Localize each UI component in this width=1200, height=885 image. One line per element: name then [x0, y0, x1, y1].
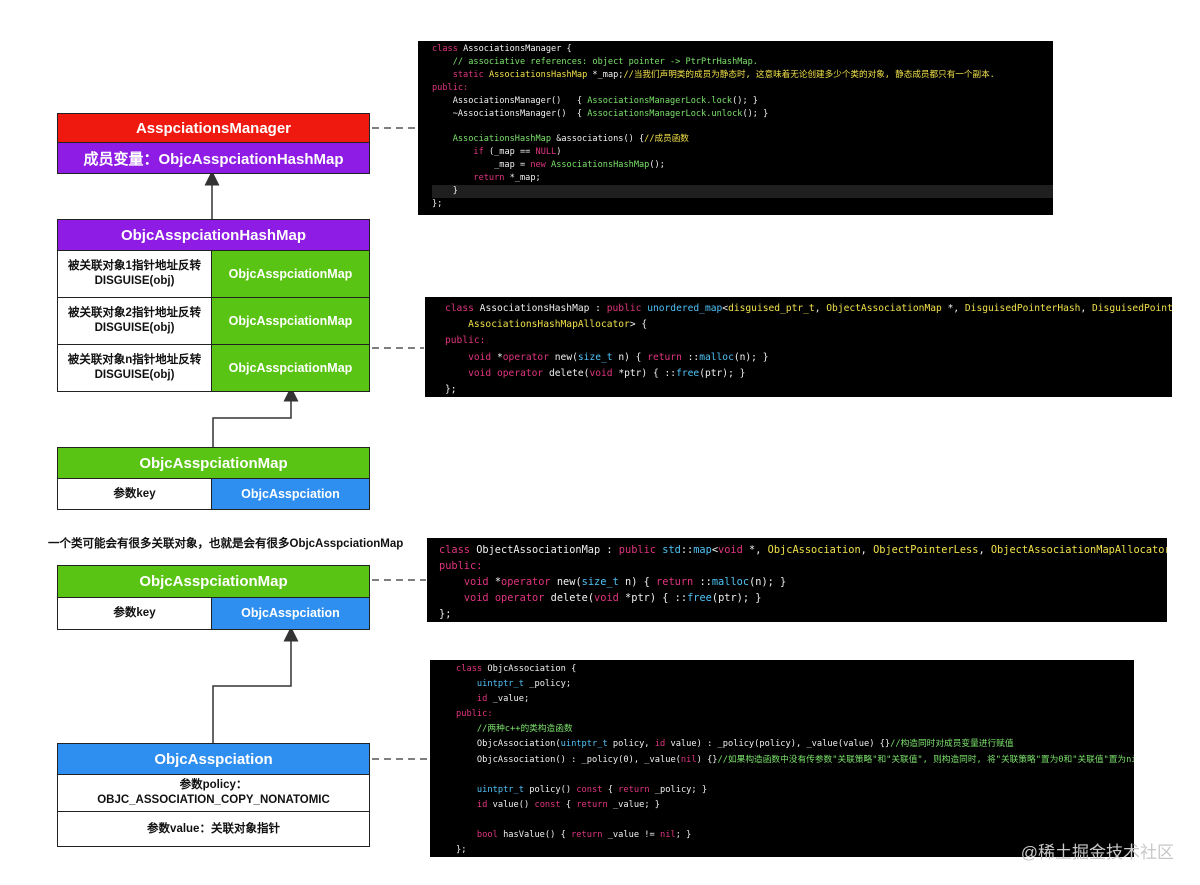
- association-value: 参数value：关联对象指针: [57, 811, 370, 847]
- code1-line-13: };: [432, 198, 443, 209]
- code2-line-6: };: [445, 384, 457, 396]
- code1-line-12: }: [432, 184, 1053, 198]
- code1-line-7: [432, 120, 1053, 133]
- hashmap-row-1-value: ObjcAsspciationMap: [211, 250, 370, 298]
- code4-line-3: id _value;: [476, 694, 530, 705]
- arrow-association-to-map2: [212, 626, 299, 743]
- hashmap-row-3-key: 被关联对象n指针地址反转 DISGUISE(obj): [57, 344, 212, 392]
- code4-line-9: uintptr_t policy() const { return _polic…: [476, 784, 708, 795]
- code2-line-5: void operator delete(void *ptr) { ::free…: [468, 367, 746, 379]
- code3-line-4: void operator delete(void *ptr) { ::free…: [463, 592, 762, 604]
- code2-line-1: class AssociationsHashMap : public unord…: [445, 303, 1172, 314]
- code1-line-9: if (_map == NULL): [473, 147, 562, 158]
- manager-title: AsspciationsManager: [57, 113, 370, 143]
- code4-line-5: //两种c++的类构造函数: [456, 724, 573, 735]
- map1-title: ObjcAsspciationMap: [57, 447, 370, 479]
- code1-line-3: static AssociationsHashMap *_map;//当我们声明…: [452, 69, 995, 80]
- map2-title: ObjcAsspciationMap: [57, 565, 370, 598]
- map2-value: ObjcAsspciation: [211, 597, 370, 630]
- hashmap-row-2-value: ObjcAsspciationMap: [211, 297, 370, 345]
- association-policy: 参数policy： OBJC_ASSOCIATION_COPY_NONATOMI…: [57, 774, 370, 812]
- code-block-associations-hashmap: class AssociationsHashMap : public unord…: [425, 297, 1172, 397]
- watermark: @稀土掘金技术社区: [1020, 843, 1174, 862]
- code2-line-3: public:: [445, 335, 486, 347]
- code-block-associations-manager: class AssociationsManager { // associati…: [418, 41, 1053, 215]
- code4-line-10: id value() const { return _value; }: [476, 799, 661, 810]
- map1-key: 参数key: [57, 478, 212, 510]
- code4-line-7: ObjcAssociation() : _policy(0), _value(n…: [456, 754, 1134, 765]
- map1-value: ObjcAsspciation: [211, 478, 370, 510]
- map2-key: 参数key: [57, 597, 212, 630]
- code3-line-2: public:: [439, 560, 483, 572]
- code4-line-1: class ObjcAssociation {: [456, 664, 577, 674]
- code3-line-3: void *operator new(size_t n) { return ::…: [463, 576, 787, 588]
- code2-line-4: void *operator new(size_t n) { return ::…: [468, 351, 769, 363]
- code1-line-11: return *_map;: [473, 173, 541, 184]
- code3-line-5: };: [439, 608, 452, 620]
- arrow-map1-to-hashmap: [212, 386, 299, 447]
- code-block-object-association-map: class ObjectAssociationMap : public std:…: [427, 538, 1167, 622]
- manager-member: 成员变量：ObjcAsspciationHashMap: [57, 142, 370, 174]
- hashmap-row-3-value: ObjcAsspciationMap: [211, 344, 370, 392]
- code1-line-10: _map = new AssociationsHashMap();: [432, 160, 665, 171]
- code1-line-8: AssociationsHashMap &associations() {//成…: [452, 134, 689, 145]
- hashmap-row-1-key: 被关联对象1指针地址反转 DISGUISE(obj): [57, 250, 212, 298]
- code3-line-1: class ObjectAssociationMap : public std:…: [439, 544, 1167, 556]
- code1-line-1: class AssociationsManager {: [432, 44, 572, 54]
- code4-line-4: public:: [456, 709, 493, 720]
- code-block-objc-association: class ObjcAssociation { uintptr_t _polic…: [430, 660, 1134, 857]
- code1-line-4: public:: [432, 82, 469, 93]
- code4-line-2: uintptr_t _policy;: [476, 679, 572, 690]
- note-text: 一个类可能会有很多关联对象，也就是会有很多ObjcAsspciationMap: [48, 538, 404, 550]
- code2-line-2: AssociationsHashMapAllocator> {: [468, 319, 648, 331]
- code4-line-6: ObjcAssociation(uintptr_t policy, id val…: [456, 739, 1014, 750]
- code1-line-6: ~AssociationsManager() { AssociationsMan…: [432, 108, 769, 119]
- code1-line-3-comment: //当我们声明类的成员为静态时, 这意味着无论创建多少个类的对象, 静态成员都只…: [623, 69, 995, 80]
- code1-line-2: // associative references: object pointe…: [432, 56, 758, 67]
- code4-line-11: [456, 813, 1134, 828]
- code1-line-5: AssociationsManager() { AssociationsMana…: [432, 95, 758, 106]
- code4-line-8: [456, 768, 1134, 783]
- hashmap-title: ObjcAsspciationHashMap: [57, 219, 370, 251]
- association-title: ObjcAsspciation: [57, 743, 370, 775]
- hashmap-row-2-key: 被关联对象2指针地址反转 DISGUISE(obj): [57, 297, 212, 345]
